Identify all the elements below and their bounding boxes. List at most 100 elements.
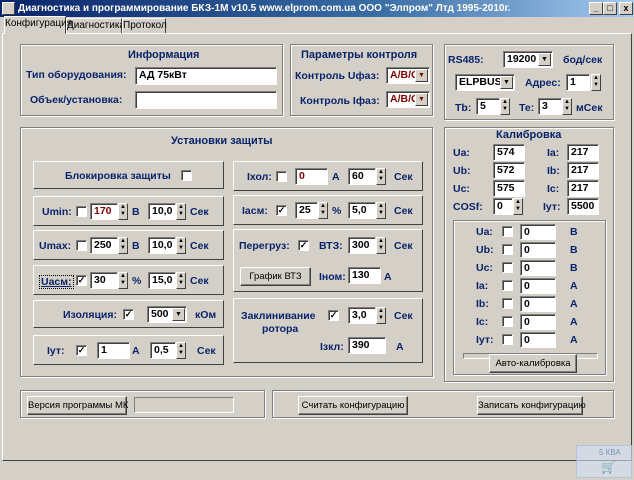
iasm-time-spinner[interactable]: ▲ ▼ [376,202,386,219]
auto-iut-checkbox[interactable] [502,334,513,345]
cosf-spinner[interactable]: ▲ ▼ [513,198,523,215]
chevron-down-icon: ▼ [415,93,428,106]
auto-ib-unit: А [570,298,578,310]
tab-diagnostics[interactable]: Диагностика [66,18,125,34]
auto-ub-checkbox[interactable] [502,244,513,255]
iut-time-spinner[interactable]: ▲ ▼ [176,342,186,359]
uasm-time-input[interactable]: 15,0 [148,272,176,289]
umin-checkbox[interactable] [76,206,87,217]
vtz-spinner[interactable]: ▲ ▼ [376,237,386,254]
read-config-button[interactable]: Считать конфигурацию [298,396,408,415]
baud-select[interactable]: 19200 ▼ [503,51,553,68]
auto-ib-input[interactable]: 0 [520,296,556,312]
address-label: Адрес: [525,77,561,89]
umax-label: Umax: [39,240,72,252]
iut-calib-label: Iут: [543,201,561,213]
vtz-input[interactable]: 300 [348,237,376,254]
tb-spinner[interactable]: ▲ ▼ [500,98,510,115]
isolation-checkbox[interactable]: ✓ [123,309,134,320]
auto-iut-input[interactable]: 0 [520,332,556,348]
auto-uc-input[interactable]: 0 [520,260,556,276]
umax-time-input[interactable]: 10,0 [148,237,176,254]
uasm-checkbox[interactable]: ✓ [76,275,87,286]
cart-overlay[interactable]: 5 КВА 🛒 [576,445,632,478]
tab-protocol[interactable]: Протокол [122,18,167,34]
umax-checkbox[interactable] [76,240,87,251]
umax-spinner[interactable]: ▲ ▼ [118,237,128,254]
uasm-spinner[interactable]: ▲ ▼ [118,272,128,289]
rotor-checkbox[interactable]: ✓ [328,310,339,321]
iasm-spinner[interactable]: ▲ ▼ [318,202,328,219]
uasm-time-spinner[interactable]: ▲ ▼ [176,272,186,289]
auto-ub-input[interactable]: 0 [520,242,556,258]
ixol-time-input[interactable]: 60 [348,168,376,185]
iasm-input[interactable]: 25 [295,202,318,219]
uasm-time-unit: Сек [190,275,209,287]
umin-input[interactable]: 170 [90,203,118,220]
ia-calib-input[interactable]: 217 [567,144,599,161]
minimize-button[interactable]: _ [589,2,603,15]
ub-calib-input[interactable]: 572 [493,162,525,179]
umax-input[interactable]: 250 [90,237,118,254]
te-label: Те: [519,102,535,114]
ixol-checkbox[interactable] [276,171,287,182]
overload-checkbox[interactable]: ✓ [298,240,309,251]
write-config-button[interactable]: Записать конфигурацию [477,396,586,415]
ixol-time-spinner[interactable]: ▲ ▼ [376,168,386,185]
object-input[interactable] [135,91,277,109]
auto-ua-input[interactable]: 0 [520,224,556,240]
ic-calib-input[interactable]: 217 [567,180,599,197]
inom-input[interactable]: 130 [348,267,381,284]
uf-select[interactable]: А/В/С ▼ [386,67,430,84]
izkl-input[interactable]: 390 [348,337,386,354]
address-spinner[interactable]: ▲ ▼ [591,74,601,91]
rotor-time-input[interactable]: 3,0 [348,307,376,324]
iasm-label: Iасм: [242,205,268,217]
iasm-checkbox[interactable]: ✓ [276,205,287,216]
umin-time-input[interactable]: 10,0 [148,203,176,220]
isolation-select[interactable]: 500 ▼ [147,306,187,323]
auto-iut-label: Iут: [476,334,494,346]
umax-time-spinner[interactable]: ▲ ▼ [176,237,186,254]
vtz-graph-button[interactable]: График ВТЗ [240,267,311,286]
auto-calibration-button[interactable]: Авто-калибровка [489,354,577,373]
iasm-time-input[interactable]: 5,0 [348,202,376,219]
tb-input[interactable]: 5 [476,98,500,115]
umin-spinner[interactable]: ▲ ▼ [118,203,128,220]
block-checkbox[interactable] [181,170,192,181]
izkl-label: Iзкл: [320,341,344,353]
auto-ic-checkbox[interactable] [502,316,513,327]
iut-checkbox[interactable]: ✓ [76,345,87,356]
umin-time-spinner[interactable]: ▲ ▼ [176,203,186,220]
iut-time-input[interactable]: 0,5 [150,342,176,359]
te-spinner[interactable]: ▲ ▼ [562,98,572,115]
iut-input[interactable]: 1 [97,342,130,359]
ixol-input[interactable]: 0 [295,168,328,185]
equipment-type-input[interactable]: АД 75кВт [135,67,277,85]
ixol-label: Iхол: [247,171,272,183]
firmware-version-button[interactable]: Версия программы МК [27,396,128,415]
inom-unit: А [384,271,392,283]
tab-config[interactable]: Конфигурация [4,16,72,34]
ua-calib-input[interactable]: 574 [493,144,525,161]
close-button[interactable]: x [619,2,633,15]
auto-ua-checkbox[interactable] [502,226,513,237]
auto-ic-input[interactable]: 0 [520,314,556,330]
protocol-select[interactable]: ELPBUS ▼ [455,74,515,91]
if-select[interactable]: А/В/С ▼ [386,91,430,108]
object-label: Объек/установка: [30,94,123,106]
maximize-button[interactable]: □ [603,2,617,15]
iut-calib-input[interactable]: 5500 [567,198,599,215]
rotor-time-spinner[interactable]: ▲ ▼ [376,307,386,324]
ib-calib-input[interactable]: 217 [567,162,599,179]
uasm-input[interactable]: 30 [90,272,118,289]
uc-calib-input[interactable]: 575 [493,180,525,197]
auto-ia-checkbox[interactable] [502,280,513,291]
auto-ia-input[interactable]: 0 [520,278,556,294]
auto-ib-checkbox[interactable] [502,298,513,309]
cosf-calib-input[interactable]: 0 [493,198,513,215]
address-input[interactable]: 1 [566,74,590,91]
te-input[interactable]: 3 [538,98,562,115]
umin-unit: В [132,206,140,218]
auto-uc-checkbox[interactable] [502,262,513,273]
